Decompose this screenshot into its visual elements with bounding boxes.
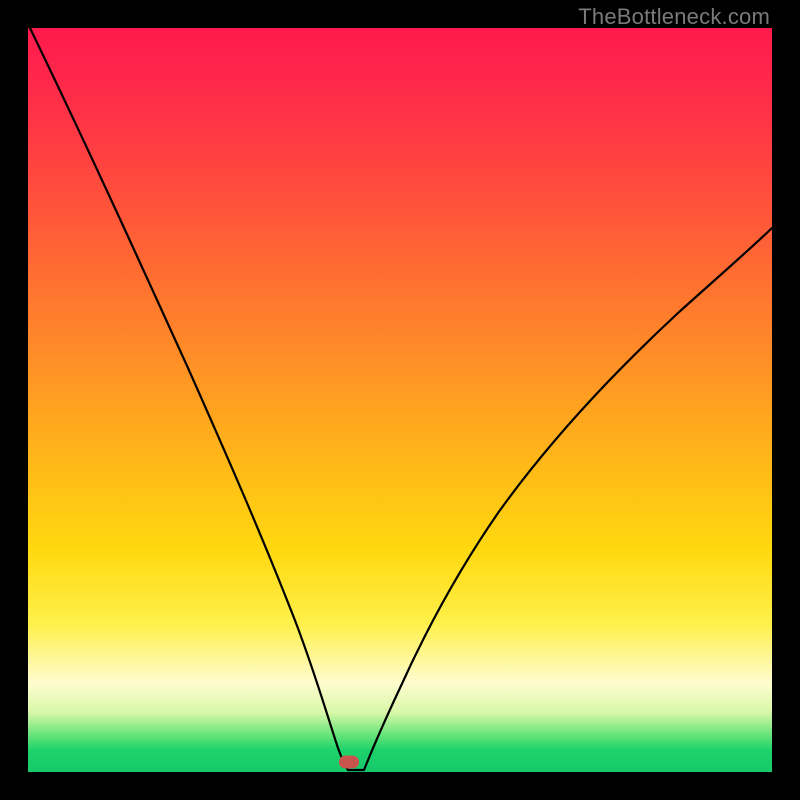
watermark-text: TheBottleneck.com (578, 4, 770, 30)
bottleneck-curve (28, 28, 772, 772)
chart-frame: TheBottleneck.com (0, 0, 800, 800)
plot-area (28, 28, 772, 772)
optimal-point-marker (339, 755, 359, 768)
